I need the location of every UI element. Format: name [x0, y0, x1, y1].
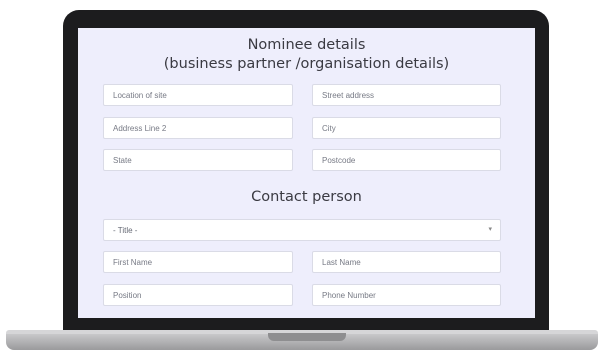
state-input[interactable]	[104, 150, 292, 171]
phone-number-field[interactable]	[312, 284, 501, 306]
form-title: Nominee details	[247, 37, 366, 53]
last-name-field[interactable]	[312, 251, 501, 273]
city-input[interactable]	[313, 118, 500, 139]
postcode-field[interactable]	[312, 149, 501, 171]
contact-person-heading: Contact person	[251, 189, 362, 205]
postcode-input[interactable]	[313, 150, 500, 171]
location-of-site-field[interactable]	[103, 84, 293, 106]
address-line-2-field[interactable]	[103, 117, 293, 139]
first-name-field[interactable]	[103, 251, 293, 273]
state-field[interactable]	[103, 149, 293, 171]
first-name-input[interactable]	[104, 252, 292, 273]
title-select[interactable]: - Title - ▾	[103, 219, 501, 241]
location-of-site-input[interactable]	[104, 85, 292, 106]
phone-number-input[interactable]	[313, 285, 500, 306]
title-select-value: - Title -	[113, 225, 138, 235]
address-line-2-input[interactable]	[104, 118, 292, 139]
city-field[interactable]	[312, 117, 501, 139]
last-name-input[interactable]	[313, 252, 500, 273]
street-address-field[interactable]	[312, 84, 501, 106]
chevron-down-icon: ▾	[488, 226, 492, 233]
laptop-screen: Nominee details (business partner /organ…	[78, 28, 535, 318]
position-input[interactable]	[104, 285, 292, 306]
form-subtitle: (business partner /organisation details)	[163, 56, 450, 72]
laptop-notch	[268, 333, 346, 341]
street-address-input[interactable]	[313, 85, 500, 106]
position-field[interactable]	[103, 284, 293, 306]
